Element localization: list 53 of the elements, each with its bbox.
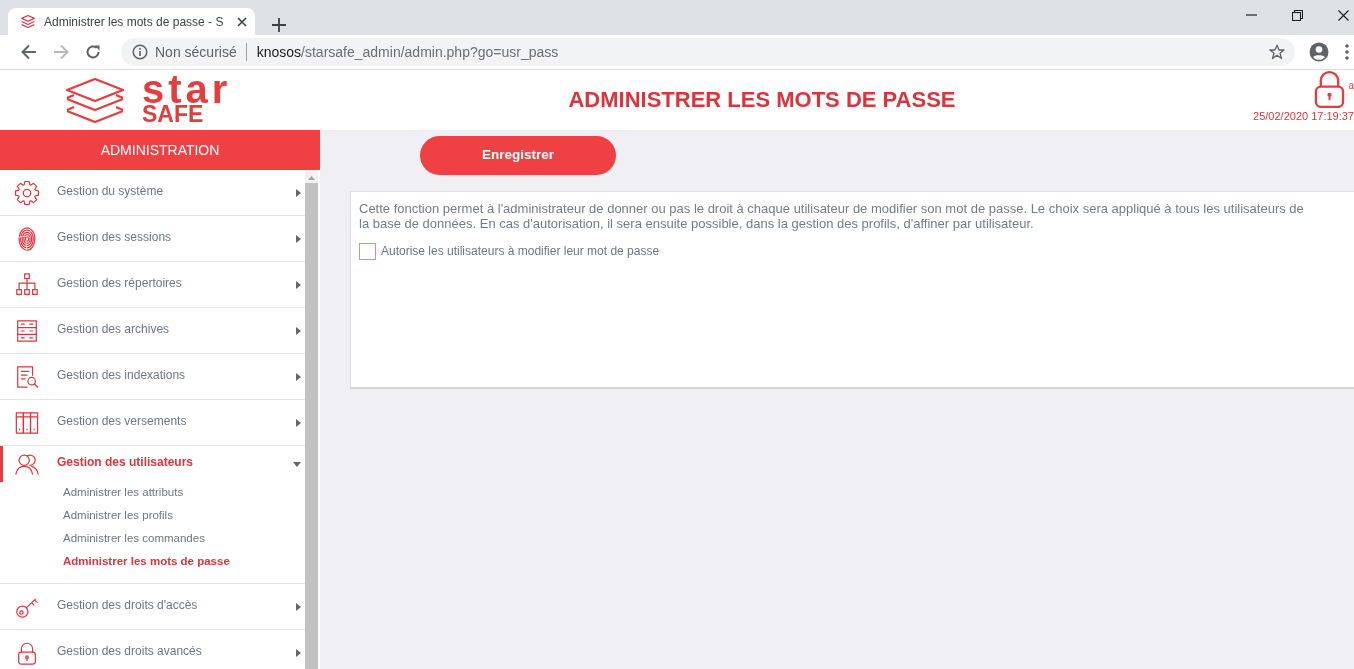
users-icon [14, 451, 40, 477]
plus-icon[interactable] [272, 18, 286, 32]
sidebar-subitem[interactable]: Administrer les commandes [63, 528, 305, 551]
menu-icon[interactable] [1345, 44, 1349, 60]
restore-icon[interactable] [1291, 9, 1303, 21]
sidebar-item[interactable]: Gestion des archives [0, 308, 305, 354]
sidebar-subitem[interactable]: Administrer les attributs [63, 482, 305, 505]
lock-icon[interactable] [1314, 70, 1346, 108]
description-text: Cette fonction permet à l'administrateur de donner ou pas le droit à chaque utilisateur de modifier son mot de passe. Le choix sera appliqué à tous les utilisateurs de la base de données. En cas d'autorisation, il sera ensuite possible, dans la gestion des profils, d'affiner par utilisateur. [359, 201, 1305, 231]
gear-icon [14, 179, 40, 206]
security-text: Non sécurisé [155, 42, 237, 62]
sidebar-item[interactable]: Gestion des sessions [0, 216, 305, 262]
caret-right-icon[interactable] [296, 372, 301, 381]
sidebar-item[interactable]: Gestion des répertoires [0, 262, 305, 308]
checkbox-label: Autorise les utilisateurs à modifier leur mot de passe [381, 243, 660, 260]
document-search-icon [14, 363, 40, 390]
binders-icon [14, 409, 40, 436]
back-arrow-icon[interactable] [21, 44, 37, 60]
save-button[interactable]: Enregistrer [420, 136, 616, 175]
caret-down-icon[interactable] [293, 461, 301, 467]
sidebar-item[interactable]: Gestion des indexations [0, 354, 305, 400]
caret-right-icon[interactable] [296, 602, 301, 611]
profile-icon[interactable] [1309, 42, 1329, 62]
minimize-icon[interactable] [1245, 14, 1257, 16]
sidebar-subitem[interactable]: Administrer les profils [63, 505, 305, 528]
page-title: ADMINISTRER LES MOTS DE PASSE [567, 87, 957, 113]
layers-icon [20, 14, 36, 29]
sidebar-subitem[interactable]: Administrer les mots de passe [63, 551, 305, 574]
info-icon[interactable] [132, 44, 148, 60]
date-time-text: 25/02/2020 17:19:37 [1253, 110, 1354, 122]
caret-right-icon[interactable] [296, 326, 301, 335]
server-rack-icon [14, 317, 40, 344]
caret-right-icon[interactable] [296, 280, 301, 289]
sitemap-icon [14, 271, 40, 298]
sidebar-item[interactable]: Gestion des droits d'accès [0, 584, 305, 630]
caret-right-icon[interactable] [296, 234, 301, 243]
sidebar-header: ADMINISTRATION [0, 130, 320, 170]
star-icon[interactable] [1269, 44, 1285, 60]
sidebar-item[interactable]: Gestion des versements [0, 400, 305, 446]
url-text: knosos/starsafe_admin/admin.php?go=usr_pass [256, 42, 559, 62]
caret-right-icon[interactable] [296, 648, 301, 657]
caret-right-icon[interactable] [296, 188, 301, 197]
caret-right-icon[interactable] [296, 418, 301, 427]
close-icon[interactable] [237, 16, 247, 27]
close-icon[interactable] [1338, 9, 1349, 21]
user-name-text: a [1348, 79, 1354, 93]
sidebar-item[interactable]: Gestion du système [0, 170, 305, 216]
logo-text: SAFE [142, 103, 204, 125]
address-bar[interactable]: Non sécurisé knosos/starsafe_admin/admin.php?go=usr_pass [121, 38, 1295, 66]
checkbox[interactable] [359, 242, 376, 260]
logo-layers-icon [65, 76, 125, 124]
reload-icon[interactable] [85, 44, 101, 60]
browser-tab[interactable]: Administrer les mots de passe - S [8, 8, 255, 35]
